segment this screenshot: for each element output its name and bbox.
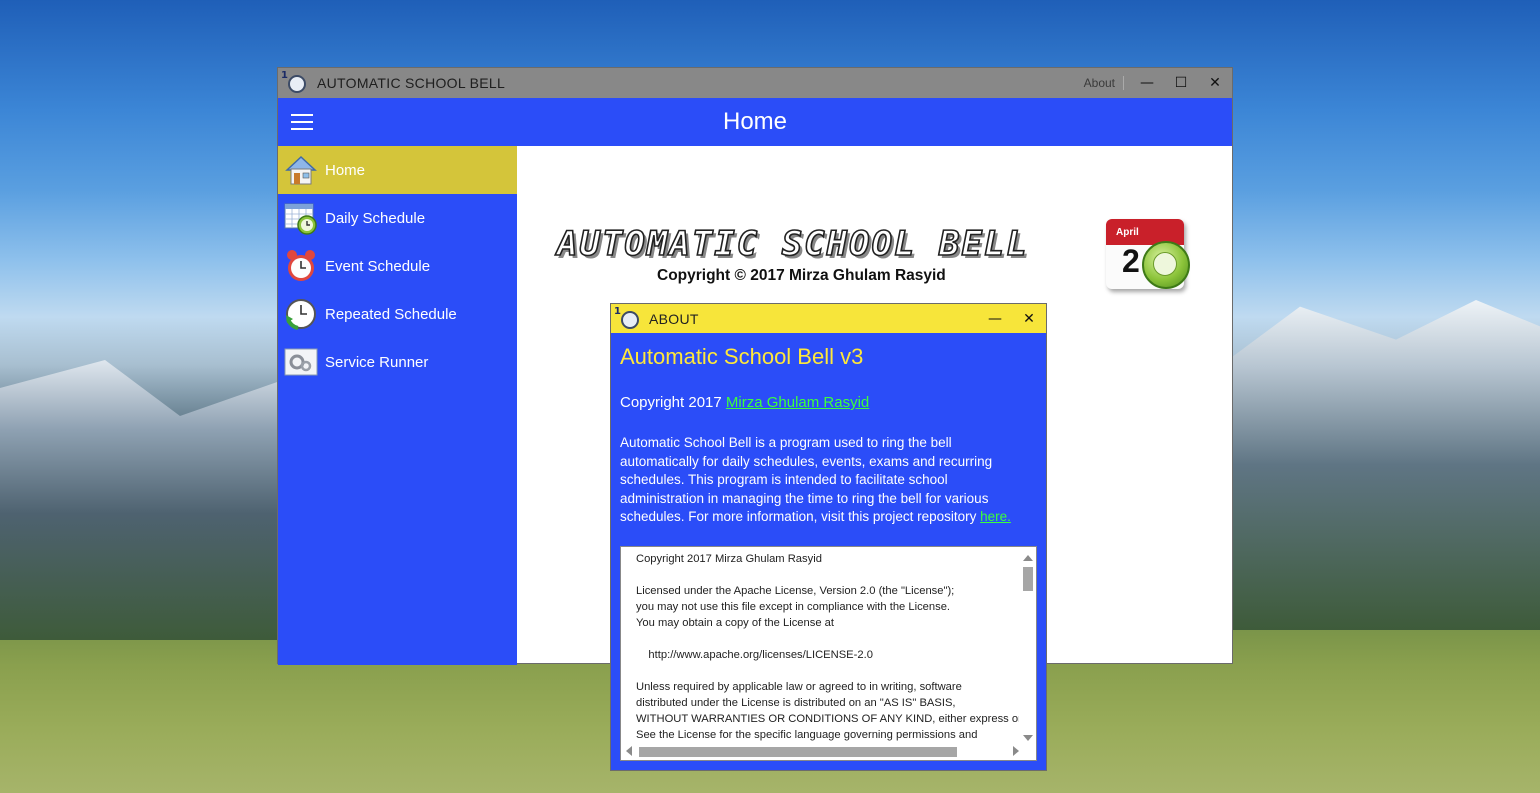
scroll-left-icon[interactable] <box>626 746 632 756</box>
about-heading: Automatic School Bell v3 <box>620 344 864 369</box>
maximize-button[interactable]: ☐ <box>1164 68 1198 98</box>
copyright-prefix: Copyright 2017 <box>620 394 726 411</box>
sidebar-item-daily-schedule[interactable]: Daily Schedule <box>278 194 517 242</box>
sidebar-item-home[interactable]: Home <box>278 146 517 194</box>
description-text: Automatic School Bell is a program used … <box>620 435 993 525</box>
page-header: Home <box>278 98 1232 146</box>
about-titlebar[interactable]: 1 ABOUT — ✕ <box>611 304 1046 333</box>
green-clock-icon <box>1142 241 1190 289</box>
about-description: Automatic School Bell is a program used … <box>620 434 1030 527</box>
sidebar-item-service-runner[interactable]: Service Runner <box>278 338 517 386</box>
scroll-thumb[interactable] <box>1023 567 1033 591</box>
hscroll-thumb[interactable] <box>639 747 957 757</box>
about-close-button[interactable]: ✕ <box>1012 304 1046 334</box>
scroll-right-icon[interactable] <box>1013 746 1019 756</box>
about-title: ABOUT <box>649 310 699 327</box>
background-mountains-right <box>1220 300 1540 630</box>
close-button[interactable]: ✕ <box>1198 68 1232 98</box>
background-mountains-left <box>0 360 300 640</box>
repeat-clock-icon <box>284 297 318 331</box>
service-gear-icon <box>284 345 318 379</box>
calendar-clock-icon <box>284 201 318 235</box>
sidebar-nav: Home Daily Schedule Event Schedule Repea… <box>278 146 517 665</box>
minimize-button[interactable]: — <box>1130 68 1164 98</box>
sidebar-item-label: Repeated Schedule <box>325 305 457 323</box>
license-text: Copyright 2017 Mirza Ghulam Rasyid Licen… <box>636 553 1036 757</box>
sidebar-item-label: Home <box>325 161 366 179</box>
author-link[interactable]: Mirza Ghulam Rasyid <box>726 394 869 411</box>
copyright-text: Copyright © 2017 Mirza Ghulam Rasyid <box>657 267 946 284</box>
license-textbox[interactable]: Copyright 2017 Mirza Ghulam Rasyid Licen… <box>620 546 1037 761</box>
vertical-scrollbar[interactable] <box>1019 547 1036 745</box>
house-icon <box>284 153 318 187</box>
horizontal-scrollbar[interactable] <box>621 743 1021 760</box>
calendar-day: 2 <box>1122 243 1140 279</box>
banner-title: AUTOMATIC SCHOOL BELL <box>556 223 1029 265</box>
sidebar-item-event-schedule[interactable]: Event Schedule <box>278 242 517 290</box>
about-dialog: 1 ABOUT — ✕ Automatic School Bell v3 Cop… <box>610 303 1047 771</box>
sidebar-item-label: Service Runner <box>325 353 429 371</box>
about-minimize-button[interactable]: — <box>978 304 1012 334</box>
scroll-down-icon[interactable] <box>1023 735 1033 741</box>
calendar-month: April <box>1116 227 1139 238</box>
page-title: Home <box>722 108 788 135</box>
app-clock-icon: 1 <box>613 305 641 333</box>
calendar-clock-logo: April 2 <box>1106 213 1190 291</box>
repo-link[interactable]: here. <box>980 509 1011 524</box>
sidebar-item-label: Event Schedule <box>325 257 431 275</box>
window-title: AUTOMATIC SCHOOL BELL <box>317 75 506 91</box>
alarm-clock-icon <box>284 249 318 283</box>
sidebar-item-label: Daily Schedule <box>325 209 426 227</box>
about-copyright: Copyright 2017 Mirza Ghulam Rasyid <box>620 394 869 411</box>
about-link[interactable]: About <box>1084 76 1124 90</box>
app-clock-icon: 1 <box>280 69 308 97</box>
main-titlebar[interactable]: 1 AUTOMATIC SCHOOL BELL About — ☐ ✕ <box>278 68 1232 98</box>
scroll-up-icon[interactable] <box>1023 555 1033 561</box>
sidebar-item-repeated-schedule[interactable]: Repeated Schedule <box>278 290 517 338</box>
